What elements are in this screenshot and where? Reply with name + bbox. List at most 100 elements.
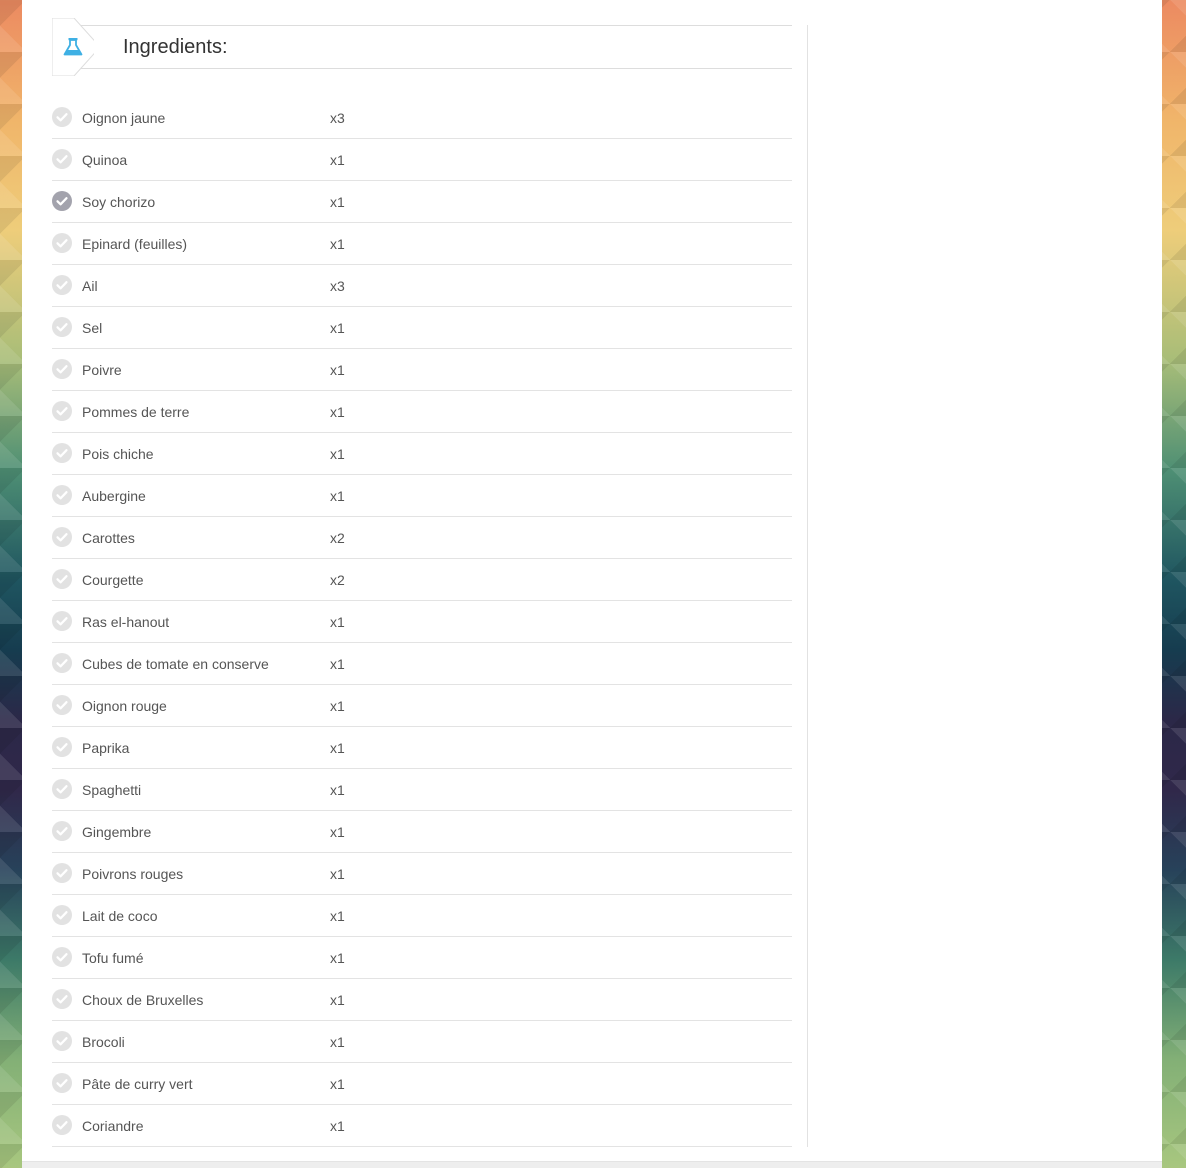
check-circle-icon[interactable] <box>52 695 72 715</box>
ingredient-name: Coriandre <box>82 1118 144 1134</box>
check-circle-icon[interactable] <box>52 611 72 631</box>
ingredient-name: Gingembre <box>82 824 152 840</box>
ingredient-quantity: x1 <box>330 950 345 966</box>
ingredient-row: Sel x1 <box>52 307 792 349</box>
ingredient-name: Courgette <box>82 572 144 588</box>
ingredient-name: Soy chorizo <box>82 194 156 210</box>
check-circle-icon[interactable] <box>52 569 72 589</box>
ingredient-name: Paprika <box>82 740 130 756</box>
ingredient-name: Cubes de tomate en conserve <box>82 656 269 672</box>
ingredient-name: Poivrons rouges <box>82 866 184 882</box>
ingredient-quantity: x1 <box>330 1034 345 1050</box>
ingredient-row: Pommes de terre x1 <box>52 391 792 433</box>
ingredient-name: Choux de Bruxelles <box>82 992 204 1008</box>
content-panel: Ingredients: Oignon jaune x3 Quinoa x1 Soy c… <box>22 0 1162 1161</box>
ingredient-row: Ras el-hanout x1 <box>52 601 792 643</box>
ingredient-quantity: x1 <box>330 362 345 378</box>
check-circle-icon[interactable] <box>52 989 72 1009</box>
ingredient-row: Oignon jaune x3 <box>52 97 792 139</box>
check-circle-icon[interactable] <box>52 107 72 127</box>
ingredient-row: Pâte de curry vert x1 <box>52 1063 792 1105</box>
check-circle-icon[interactable] <box>52 905 72 925</box>
check-circle-icon[interactable] <box>52 359 72 379</box>
check-circle-icon[interactable] <box>52 1115 72 1135</box>
ingredient-row: Paprika x1 <box>52 727 792 769</box>
ingredient-row: Choux de Bruxelles x1 <box>52 979 792 1021</box>
ingredient-name: Ras el-hanout <box>82 614 170 630</box>
ingredient-name: Oignon rouge <box>82 698 167 714</box>
check-circle-icon[interactable] <box>52 149 72 169</box>
check-circle-icon[interactable] <box>52 1073 72 1093</box>
ingredient-quantity: x2 <box>330 530 345 546</box>
ingredient-quantity: x1 <box>330 992 345 1008</box>
ingredient-row: Epinard (feuilles) x1 <box>52 223 792 265</box>
ingredient-row: Poivrons rouges x1 <box>52 853 792 895</box>
ingredient-row: Cubes de tomate en conserve x1 <box>52 643 792 685</box>
ingredient-quantity: x1 <box>330 320 345 336</box>
ingredients-section: Ingredients: Oignon jaune x3 Quinoa x1 Soy c… <box>52 18 792 1147</box>
ingredient-quantity: x1 <box>330 782 345 798</box>
ingredient-quantity: x1 <box>330 656 345 672</box>
column-divider <box>807 25 808 1147</box>
check-circle-icon[interactable] <box>52 863 72 883</box>
ingredient-row: Soy chorizo x1 <box>52 181 792 223</box>
ingredient-row: Spaghetti x1 <box>52 769 792 811</box>
check-circle-icon[interactable] <box>52 779 72 799</box>
ingredient-quantity: x1 <box>330 740 345 756</box>
ingredient-row: Tofu fumé x1 <box>52 937 792 979</box>
ingredient-quantity: x1 <box>330 908 345 924</box>
flask-icon <box>52 18 94 76</box>
ingredient-name: Tofu fumé <box>82 950 144 966</box>
ingredient-name: Spaghetti <box>82 782 142 798</box>
ingredients-header: Ingredients: <box>52 18 792 76</box>
ingredient-name: Aubergine <box>82 488 146 504</box>
check-circle-icon[interactable] <box>52 317 72 337</box>
ingredient-quantity: x1 <box>330 446 345 462</box>
ingredient-name: Ail <box>82 278 98 294</box>
ingredient-name: Quinoa <box>82 152 128 168</box>
ingredient-quantity: x1 <box>330 698 345 714</box>
ingredient-row: Courgette x2 <box>52 559 792 601</box>
check-circle-icon[interactable] <box>52 443 72 463</box>
ingredient-quantity: x1 <box>330 1076 345 1092</box>
ingredient-list: Oignon jaune x3 Quinoa x1 Soy chorizo x1 Epina… <box>52 97 792 1147</box>
check-circle-icon[interactable] <box>52 233 72 253</box>
ingredient-row: Brocoli x1 <box>52 1021 792 1063</box>
ingredient-quantity: x1 <box>330 488 345 504</box>
ingredient-name: Oignon jaune <box>82 110 166 126</box>
ingredient-quantity: x1 <box>330 194 345 210</box>
ingredient-row: Carottes x2 <box>52 517 792 559</box>
ingredient-quantity: x2 <box>330 572 345 588</box>
ingredient-quantity: x1 <box>330 824 345 840</box>
check-circle-icon[interactable] <box>52 737 72 757</box>
ingredient-quantity: x1 <box>330 152 345 168</box>
ingredient-quantity: x3 <box>330 278 345 294</box>
ingredient-row: Poivre x1 <box>52 349 792 391</box>
check-circle-icon[interactable] <box>52 1031 72 1051</box>
check-circle-icon[interactable] <box>52 947 72 967</box>
ingredient-quantity: x1 <box>330 866 345 882</box>
ingredient-quantity: x1 <box>330 1118 345 1134</box>
ingredient-row: Pois chiche x1 <box>52 433 792 475</box>
ingredient-row: Gingembre x1 <box>52 811 792 853</box>
check-circle-icon[interactable] <box>52 485 72 505</box>
check-circle-icon[interactable] <box>52 527 72 547</box>
check-circle-icon[interactable] <box>52 275 72 295</box>
ingredient-row: Oignon rouge x1 <box>52 685 792 727</box>
ingredient-name: Pois chiche <box>82 446 154 462</box>
section-title: Ingredients: <box>123 36 228 58</box>
check-circle-icon[interactable] <box>52 191 72 211</box>
ingredient-quantity: x1 <box>330 236 345 252</box>
check-circle-icon[interactable] <box>52 821 72 841</box>
ingredient-name: Carottes <box>82 530 135 546</box>
check-circle-icon[interactable] <box>52 401 72 421</box>
ingredient-name: Sel <box>82 320 103 336</box>
ingredient-quantity: x3 <box>330 110 345 126</box>
ingredient-name: Epinard (feuilles) <box>82 236 188 252</box>
ingredient-row: Quinoa x1 <box>52 139 792 181</box>
ingredient-row: Lait de coco x1 <box>52 895 792 937</box>
ingredient-name: Lait de coco <box>82 908 158 924</box>
panel-footer <box>22 1161 1162 1168</box>
check-circle-icon[interactable] <box>52 653 72 673</box>
ingredient-row: Ail x3 <box>52 265 792 307</box>
